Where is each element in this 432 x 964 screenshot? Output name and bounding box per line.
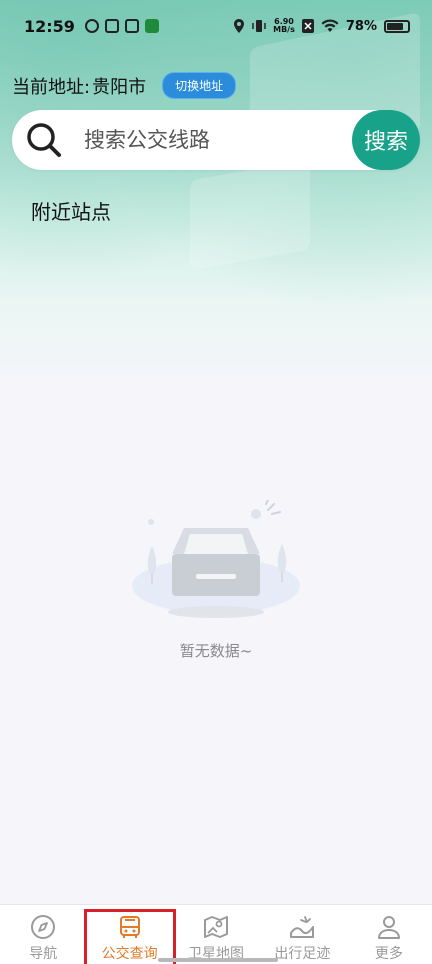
tab-label: 公交查询 <box>101 946 158 962</box>
address-label: 当前地址: <box>12 76 91 98</box>
notification-icon <box>104 19 119 33</box>
tab-label: 更多 <box>374 946 403 962</box>
switch-address-button[interactable]: 切换地址 <box>162 72 237 99</box>
status-bar: 12:59 6.90 MB/s 78% <box>0 0 432 52</box>
network-speed: 6.90 MB/s <box>273 18 295 34</box>
footprint-icon <box>290 916 315 938</box>
search-bar: 搜索 <box>12 110 420 170</box>
home-indicator[interactable] <box>158 958 278 962</box>
current-address: 当前地址: 贵阳市 切换地址 <box>12 72 237 99</box>
nearby-stations-title: 附近站点 <box>31 200 111 224</box>
compass-icon <box>31 915 56 939</box>
battery-icon <box>384 19 410 33</box>
wechat-icon <box>144 19 159 33</box>
bus-icon <box>119 916 140 938</box>
tab-label: 出行足迹 <box>274 946 331 962</box>
empty-state-text: 暂无数据~ <box>179 642 253 660</box>
vibrate-icon <box>252 20 266 32</box>
bottom-tab-bar: 导航 公交查询 卫星地图 出行足迹 更多 <box>0 904 432 964</box>
tab-bus-query[interactable]: 公交查询 <box>84 905 177 964</box>
search-button[interactable]: 搜索 <box>352 110 420 170</box>
battery-percent: 78% <box>345 18 377 34</box>
notification-icon <box>124 19 139 33</box>
address-city: 贵阳市 <box>92 76 147 98</box>
empty-state-illustration <box>120 499 312 630</box>
wifi-icon <box>321 19 339 32</box>
notification-icon <box>84 19 99 33</box>
search-input[interactable] <box>84 128 352 152</box>
search-icon <box>24 120 64 160</box>
tab-label: 导航 <box>29 946 58 962</box>
sim-off-icon <box>301 19 314 33</box>
tab-more[interactable]: 更多 <box>346 905 432 964</box>
user-icon <box>377 916 400 939</box>
location-icon <box>234 19 245 33</box>
tab-travel-footprint[interactable]: 出行足迹 <box>259 905 345 964</box>
status-time: 12:59 <box>24 16 75 36</box>
map-icon <box>204 916 229 938</box>
tab-satellite-map[interactable]: 卫星地图 <box>173 905 259 964</box>
speed-unit: MB/s <box>273 25 295 34</box>
tab-navigation[interactable]: 导航 <box>0 905 86 964</box>
